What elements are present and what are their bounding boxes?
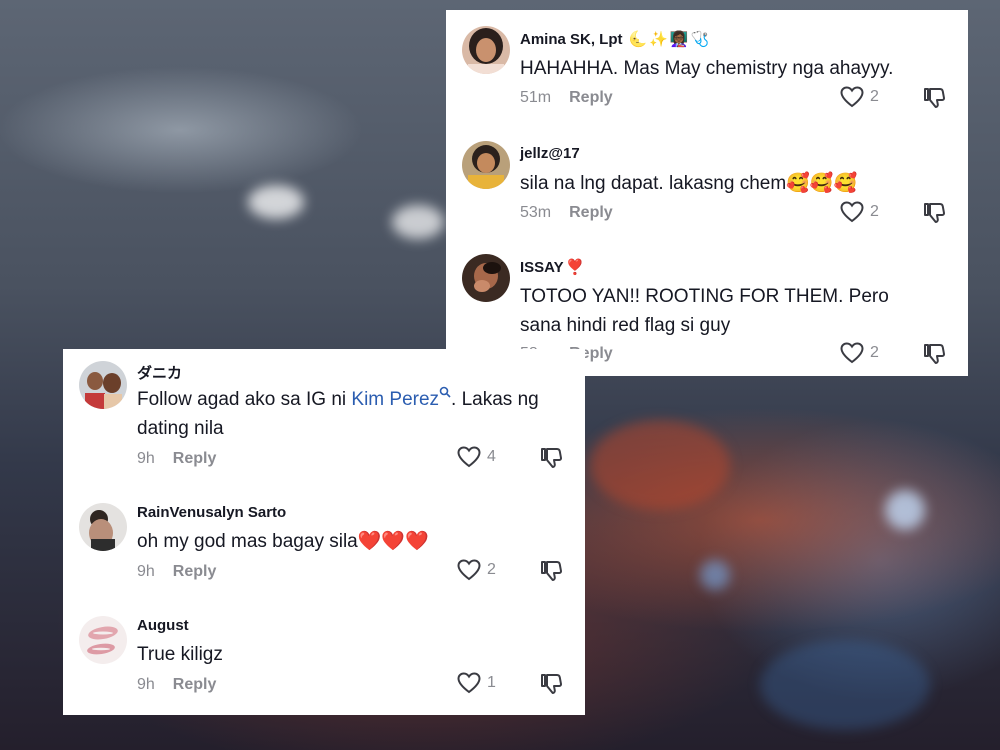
like-count: 1 [487,674,496,691]
heart-icon [840,86,864,108]
comment-text-start: Follow agad ako sa IG ni [137,389,352,410]
like-button[interactable]: 2 [840,86,884,108]
comment-item: RainVenusalyn Sarto oh my god mas bagay … [63,491,585,604]
comment-time: 9h [137,563,155,580]
comment-item: ダニカ Follow agad ako sa IG ni Kim Perez. … [63,349,585,491]
comment-text: TOTOO YAN!! ROOTING FOR THEM. Pero sana … [520,286,889,336]
like-count: 2 [870,344,879,361]
username-emoji: 🌜✨👩🏾‍🏫🩺 [628,31,712,48]
avatar[interactable] [79,503,127,551]
dislike-icon [924,88,946,108]
heart-icon [840,201,864,223]
comment-time: 51m [520,89,552,106]
dislike-button[interactable] [539,672,563,701]
comment-time: 9h [137,450,155,467]
comment-username[interactable]: ISSAY ❣️ [520,258,586,276]
comments-panel-bottom: ダニカ Follow agad ako sa IG ni Kim Perez. … [63,349,585,715]
dislike-button[interactable] [922,342,946,371]
like-button[interactable]: 2 [457,559,501,581]
avatar[interactable] [462,26,510,74]
search-icon [439,386,451,398]
comment-item: August True kiligz 9h Reply 1 [63,604,585,715]
comment-username[interactable]: RainVenusalyn Sarto [137,504,286,521]
heart-icon [457,672,481,694]
comment-meta: 51m Reply [520,89,613,107]
comment-text: True kiligz [137,644,223,665]
bg-light [590,420,730,510]
heart-icon [457,559,481,581]
dislike-icon [924,203,946,223]
bg-light [700,560,730,590]
comment-username[interactable]: Amina SK, Lpt 🌜✨👩🏾‍🏫🩺 [520,30,711,48]
like-button[interactable]: 2 [840,342,884,364]
like-count: 2 [487,561,496,578]
like-button[interactable]: 4 [457,446,501,468]
dislike-button[interactable] [922,86,946,115]
avatar[interactable] [79,361,127,409]
reply-button[interactable]: Reply [569,204,613,221]
comment-username[interactable]: ダニカ [137,362,182,383]
bg-light [885,490,925,530]
mention-link[interactable]: Kim Perez [351,386,451,410]
dislike-button[interactable] [539,446,563,475]
comment-time: 9h [137,676,155,693]
heart-icon [457,446,481,468]
comment-text: Follow agad ako sa IG ni Kim Perez. Laka… [137,385,557,443]
comment-username[interactable]: jellz@17 [520,145,580,162]
like-count: 2 [870,203,879,220]
comment-item: jellz@17 sila na lng dapat. lakasng chem… [446,125,968,238]
username-emoji: ❣️ [565,259,587,276]
dislike-icon [541,674,563,694]
heart-icon [840,342,864,364]
dislike-button[interactable] [539,559,563,588]
comments-panel-top: Amina SK, Lpt 🌜✨👩🏾‍🏫🩺 HAHAHHA. Mas May ch… [446,10,968,376]
avatar[interactable] [79,616,127,664]
dislike-button[interactable] [922,201,946,230]
comment-item: Amina SK, Lpt 🌜✨👩🏾‍🏫🩺 HAHAHHA. Mas May ch… [446,10,968,125]
comment-text: sila na lng dapat. lakasng chem🥰🥰🥰 [520,173,858,194]
reply-button[interactable]: Reply [173,676,217,693]
comment-time: 53m [520,204,552,221]
comment-meta: 53m Reply [520,204,613,222]
avatar[interactable] [462,141,510,189]
comment-text: oh my god mas bagay sila❤️❤️❤️ [137,531,429,552]
comment-text: HAHAHHA. Mas May chemistry nga ahayyy. [520,58,894,79]
avatar[interactable] [462,254,510,302]
bg-light [248,185,304,219]
dislike-icon [924,344,946,364]
comment-meta: 9h Reply [137,450,216,468]
reply-button[interactable]: Reply [173,450,217,467]
reply-button[interactable]: Reply [569,89,613,106]
bg-light [760,640,930,730]
like-button[interactable]: 2 [840,201,884,223]
comment-meta: 9h Reply [137,676,216,694]
comment-meta: 9h Reply [137,563,216,581]
dislike-icon [541,448,563,468]
reply-button[interactable]: Reply [173,563,217,580]
bg-light [392,205,444,239]
dislike-icon [541,561,563,581]
like-count: 2 [870,88,879,105]
comment-username[interactable]: August [137,617,189,634]
like-count: 4 [487,448,496,465]
like-button[interactable]: 1 [457,672,501,694]
